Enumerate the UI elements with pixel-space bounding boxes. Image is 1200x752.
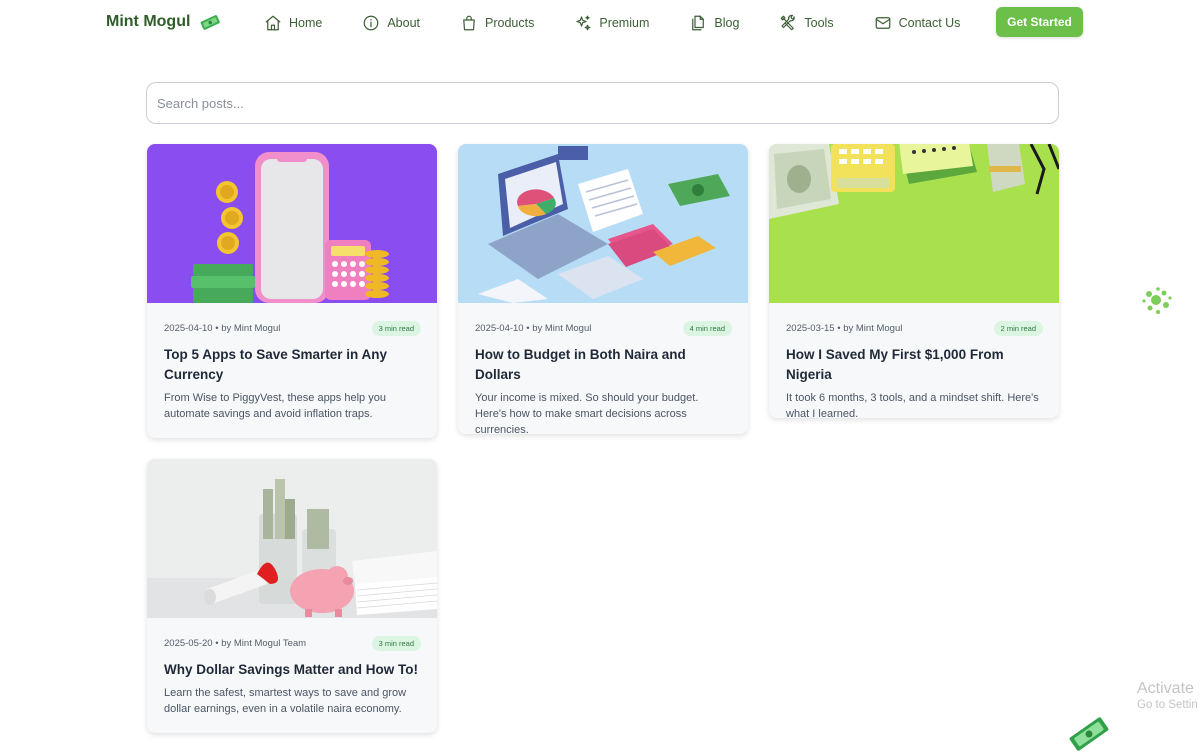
read-time-badge: 3 min read <box>371 320 421 336</box>
post-image <box>147 459 437 618</box>
nav-label: Tools <box>804 16 834 30</box>
post-excerpt: From Wise to PiggyVest, these apps help … <box>164 392 386 420</box>
post-meta: 2025-05-20 • by Mint Mogul Team <box>164 637 307 649</box>
post-card[interactable]: 2025-04-10 • by Mint Mogul 4 min read Ho… <box>458 144 748 434</box>
home-icon <box>265 15 281 31</box>
top-navbar: Mint Mogul Home About Products Premium B… <box>0 0 1200 46</box>
search-input[interactable] <box>146 82 1059 124</box>
money-bill-icon <box>1069 717 1109 751</box>
nav-links: Home About Products Premium Blog Tools C… <box>264 12 1000 34</box>
nav-item-premium[interactable]: Premium <box>574 12 649 34</box>
nav-label: About <box>387 16 421 30</box>
watermark-line-2: Go to Settin <box>1137 699 1198 711</box>
post-image <box>458 144 748 303</box>
nav-label: Products <box>485 16 535 30</box>
read-time-badge: 2 min read <box>993 320 1043 336</box>
post-card[interactable]: 2025-04-10 • by Mint Mogul 3 min read To… <box>147 144 437 438</box>
mail-icon <box>875 17 890 29</box>
get-started-button[interactable]: Get Started <box>996 7 1083 37</box>
post-meta: 2025-04-10 • by Mint Mogul <box>164 322 281 334</box>
nav-item-contact[interactable]: Contact Us <box>874 12 961 34</box>
post-card[interactable]: 2025-05-20 • by Mint Mogul Team 3 min re… <box>147 459 437 733</box>
post-title[interactable]: Top 5 Apps to Save Smarter in Any Curren… <box>164 345 421 385</box>
post-image <box>769 144 1059 303</box>
post-excerpt: It took 6 months, 3 tools, and a mindset… <box>786 392 1039 418</box>
nav-label: Blog <box>714 16 740 30</box>
nav-item-about[interactable]: About <box>362 12 420 34</box>
money-bill-icon <box>201 15 221 30</box>
brand-name: Mint Mogul <box>106 13 191 30</box>
nav-label: Home <box>289 16 323 30</box>
post-meta: 2025-03-15 • by Mint Mogul <box>786 322 903 334</box>
nav-item-products[interactable]: Products <box>460 12 534 34</box>
tools-icon <box>781 14 796 31</box>
shopping-bag-icon <box>463 15 475 31</box>
post-card[interactable]: 2025-03-15 • by Mint Mogul 2 min read Ho… <box>769 144 1059 418</box>
sparkles-icon <box>576 15 591 31</box>
read-time-badge: 4 min read <box>682 320 732 336</box>
post-title[interactable]: How to Budget in Both Naira and Dollars <box>475 345 732 385</box>
nav-item-home[interactable]: Home <box>264 12 322 34</box>
nav-label: Contact Us <box>898 16 961 30</box>
documents-icon <box>692 15 705 31</box>
post-title[interactable]: How I Saved My First $1,000 From Nigeria <box>786 345 1043 385</box>
brand-logo[interactable]: Mint Mogul <box>106 13 222 31</box>
read-time-badge: 3 min read <box>371 635 421 651</box>
sparkle-splash-icon <box>1142 287 1172 314</box>
post-meta: 2025-04-10 • by Mint Mogul <box>475 322 592 334</box>
activation-watermark: Activate Go to Settin <box>1137 680 1198 711</box>
post-title[interactable]: Why Dollar Savings Matter and How To! <box>164 660 421 680</box>
watermark-line-1: Activate <box>1137 680 1194 697</box>
nav-item-blog[interactable]: Blog <box>689 12 739 34</box>
post-excerpt: Your income is mixed. So should your bud… <box>475 392 699 434</box>
nav-label: Premium <box>599 16 650 30</box>
info-icon <box>363 15 379 31</box>
post-excerpt: Learn the safest, smartest ways to save … <box>164 687 407 715</box>
nav-item-tools[interactable]: Tools <box>779 12 834 34</box>
post-image <box>147 144 437 303</box>
